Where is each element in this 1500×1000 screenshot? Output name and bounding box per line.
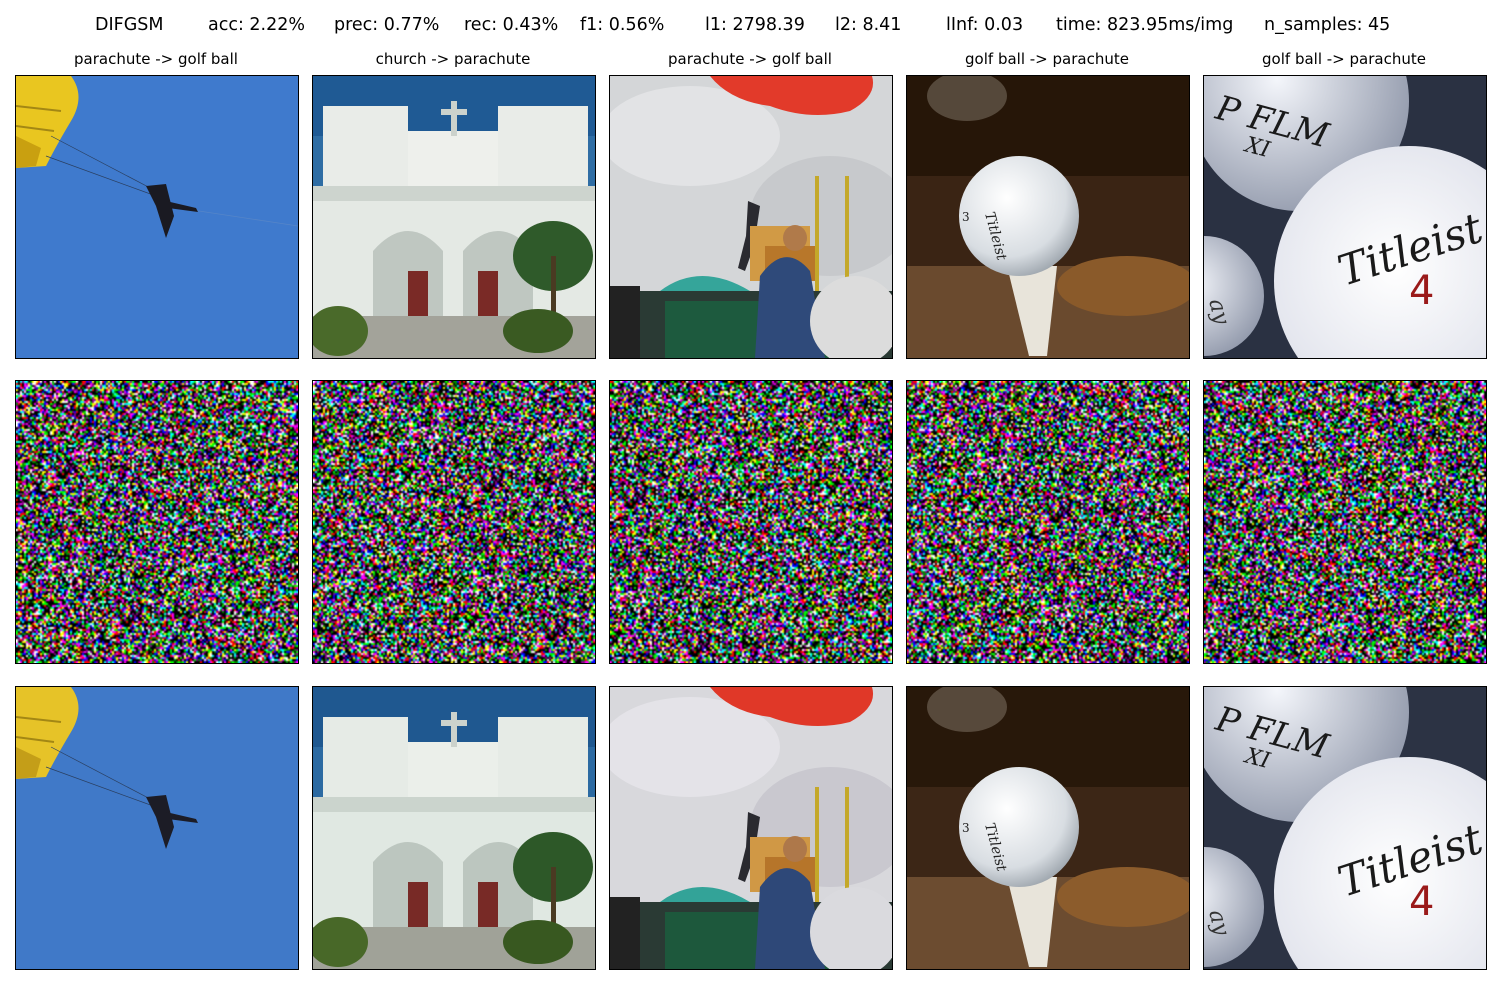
closeup-ball-number: 4 [1409,268,1434,314]
l2-metric: l2: 8.41 [835,15,902,35]
original-image-golfball-closeup: P FLM XI Titleist 4 ay [1203,75,1487,359]
figure-header: DIFGSM acc: 2.22% prec: 0.77% rec: 0.43%… [0,15,1500,43]
original-image-skydiver [609,75,893,359]
n-samples-metric: n_samples: 45 [1264,15,1391,35]
column-title-3: parachute -> golf ball [668,50,832,68]
perturbation-4 [906,380,1190,664]
adversarial-image-skydiver [609,686,893,970]
adversarial-image-parachute [15,686,299,970]
method-label: DIFGSM [95,15,164,35]
column-title-1: parachute -> golf ball [74,50,238,68]
perturbation-5 [1203,380,1487,664]
adv-closeup-ball-number: 4 [1409,879,1434,925]
linf-metric: lInf: 0.03 [946,15,1024,35]
tee-ball-number: 3 [962,210,970,224]
l1-metric: l1: 2798.39 [705,15,805,35]
perturbation-1 [15,380,299,664]
prec-metric: prec: 0.77% [334,15,440,35]
column-title-4: golf ball -> parachute [965,50,1129,68]
perturbation-3 [609,380,893,664]
adversarial-image-golfball-closeup: P FLM XI Titleist 4 ay [1203,686,1487,970]
original-image-church [312,75,596,359]
perturbation-2 [312,380,596,664]
adversarial-image-golfball-tee: Titleist 3 [906,686,1190,970]
adversarial-image-church [312,686,596,970]
column-title-2: church -> parachute [375,50,531,68]
acc-metric: acc: 2.22% [208,15,306,35]
original-image-parachute [15,75,299,359]
column-title-5: golf ball -> parachute [1262,50,1426,68]
f1-metric: f1: 0.56% [580,15,665,35]
rec-metric: rec: 0.43% [464,15,559,35]
original-image-golfball-tee: Titleist 3 [906,75,1190,359]
time-metric: time: 823.95ms/img [1056,15,1234,35]
adv-tee-ball-number: 3 [962,821,970,835]
